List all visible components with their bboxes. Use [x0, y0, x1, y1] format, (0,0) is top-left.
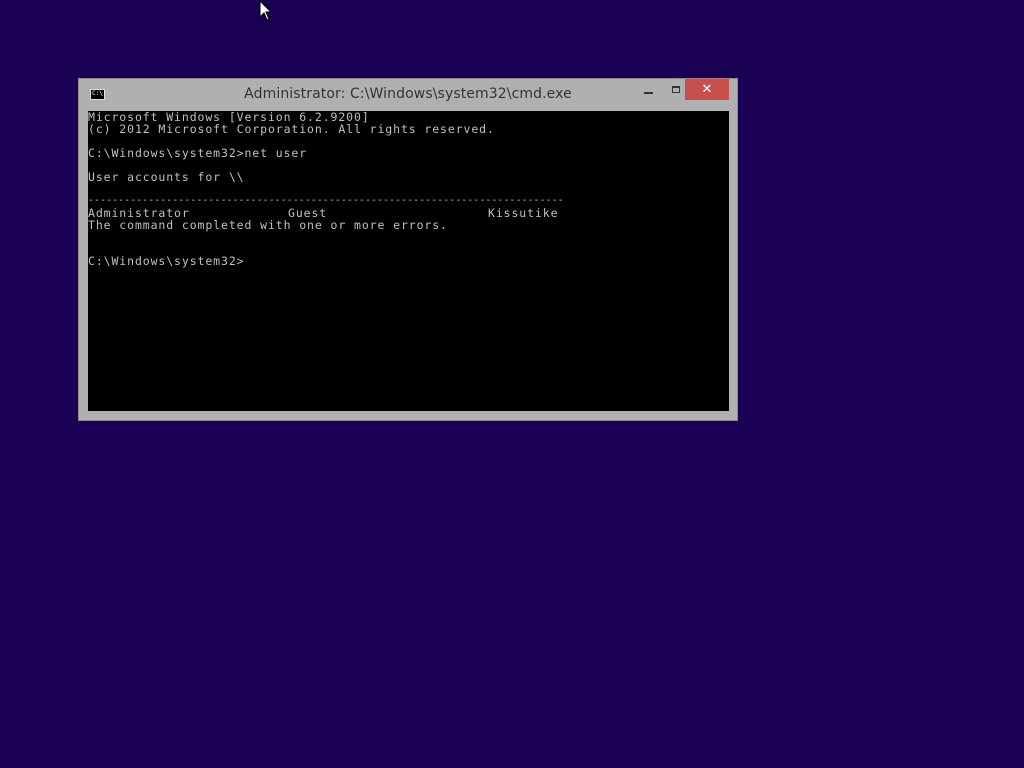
cmd-window[interactable]: C:\ Administrator: C:\Windows\system32\c… [78, 78, 738, 421]
console-line: C:\Windows\system32>net user [88, 146, 308, 160]
close-icon: ✕ [701, 82, 713, 97]
console-output[interactable]: Microsoft Windows [Version 6.2.9200] (c)… [88, 111, 729, 411]
minimize-button[interactable] [635, 79, 662, 100]
console-line: The command completed with one or more e… [88, 218, 448, 232]
console-line: User accounts for \\ [88, 170, 245, 184]
desktop: { "desktop": { "background": "#1a0052" }… [0, 0, 1024, 768]
title-bar[interactable]: C:\ Administrator: C:\Windows\system32\c… [79, 79, 737, 111]
mouse-cursor-icon [259, 0, 273, 21]
close-button[interactable]: ✕ [685, 79, 729, 100]
command-prompt[interactable]: C:\Windows\system32> [88, 255, 244, 267]
maximize-icon [671, 86, 680, 93]
account-kissutike: Kissutike [488, 206, 559, 220]
console-line: (c) 2012 Microsoft Corporation. All righ… [88, 122, 495, 136]
minimize-icon [644, 91, 653, 94]
